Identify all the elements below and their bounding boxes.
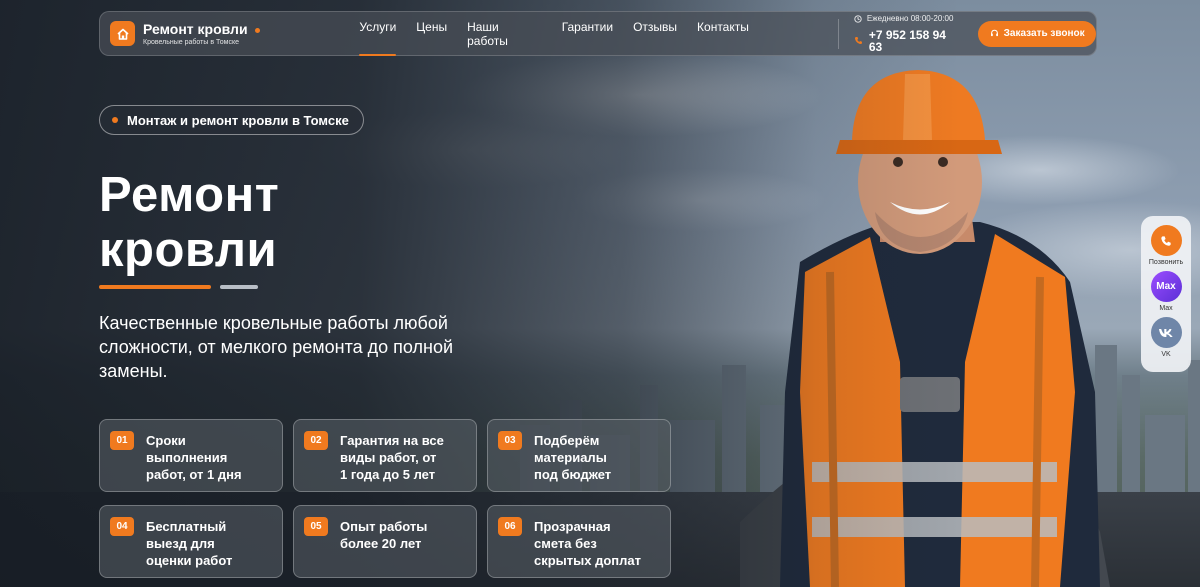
location-pill: Монтаж и ремонт кровли в Томске	[99, 105, 364, 135]
request-call-button[interactable]: Заказать звонок	[978, 20, 1096, 47]
hero-title: Ремонт кровли	[99, 168, 279, 278]
feature-card: 05 Опыт работы более 20 лет	[293, 505, 477, 578]
brand-subtitle: Кровельные работы в Томске	[143, 38, 239, 46]
nav-item-prices[interactable]: Цены	[416, 16, 447, 52]
vk-button[interactable]	[1150, 317, 1182, 348]
call-button[interactable]	[1150, 225, 1182, 256]
max-label: Max	[1159, 305, 1173, 312]
working-hours: Ежедневно 08:00-20:00	[866, 13, 954, 23]
vk-label: VK	[1161, 351, 1171, 358]
feature-card: 06 Прозрачная смета без скрытых доплат	[487, 505, 671, 578]
main-nav: Услуги Цены Наши работы Гарантии Отзывы …	[359, 16, 769, 56]
feature-text: Гарантия на все виды работ, от 1 года до…	[340, 433, 444, 482]
feature-number: 03	[498, 431, 522, 450]
hero-title-line1: Ремонт	[99, 168, 280, 222]
feature-text: Подберём материалы под бюджет	[534, 433, 612, 482]
feature-card: 02 Гарантия на все виды работ, от 1 года…	[293, 419, 477, 492]
feature-number: 02	[304, 431, 328, 450]
phone-icon	[854, 37, 862, 45]
feature-text: Прозрачная смета без скрытых доплат	[534, 519, 641, 568]
nav-item-reviews[interactable]: Отзывы	[633, 16, 677, 52]
feature-number: 06	[498, 517, 522, 536]
feature-card: 04 Бесплатный выезд для оценки работ	[99, 505, 283, 578]
feature-text: Опыт работы более 20 лет	[340, 519, 428, 551]
nav-item-contacts[interactable]: Контакты	[697, 16, 749, 52]
clock-icon	[854, 14, 862, 23]
header-divider	[837, 18, 839, 49]
headset-icon	[990, 29, 998, 37]
floating-social-panel: Позвонить Max Max VK	[1141, 216, 1191, 372]
nav-item-guarantees[interactable]: Гарантии	[562, 16, 613, 52]
brand-dot	[254, 28, 260, 33]
max-messenger-button[interactable]: Max	[1150, 271, 1182, 302]
site-header: Ремонт кровли Кровельные работы в Томске…	[99, 11, 1097, 56]
feature-card: 01 Сроки выполнения работ, от 1 дня	[99, 419, 283, 492]
title-underline-accent	[99, 285, 211, 289]
feature-text: Бесплатный выезд для оценки работ	[146, 519, 233, 568]
hero-title-line2: кровли	[99, 223, 278, 277]
feature-number: 05	[304, 517, 328, 536]
request-call-label: Заказать звонок	[1003, 28, 1085, 39]
feature-number: 04	[110, 517, 134, 536]
brand-title: Ремонт кровли	[143, 20, 248, 37]
logo[interactable]: Ремонт кровли Кровельные работы в Томске	[110, 21, 329, 46]
call-label: Позвонить	[1148, 259, 1184, 266]
features-grid: 01 Сроки выполнения работ, от 1 дня 02 Г…	[99, 419, 671, 578]
phone-icon	[1161, 235, 1171, 246]
nav-item-services[interactable]: Услуги	[359, 16, 396, 56]
header-contact: Ежедневно 08:00-20:00 +7 952 158 94 63	[854, 13, 962, 53]
pill-dot	[112, 117, 118, 123]
vk-icon	[1159, 328, 1173, 337]
title-underline-secondary	[220, 285, 258, 289]
feature-number: 01	[110, 431, 134, 450]
hero-description: Качественные кровельные работы любой сло…	[99, 313, 454, 381]
feature-card: 03 Подберём материалы под бюджет	[487, 419, 671, 492]
house-icon	[110, 21, 135, 46]
feature-text: Сроки выполнения работ, от 1 дня	[146, 433, 242, 482]
location-pill-text: Монтаж и ремонт кровли в Томске	[127, 112, 349, 128]
max-logo-text: Max	[1156, 281, 1176, 292]
nav-item-portfolio[interactable]: Наши работы	[467, 16, 542, 52]
phone-number[interactable]: +7 952 158 94 63	[869, 29, 962, 53]
